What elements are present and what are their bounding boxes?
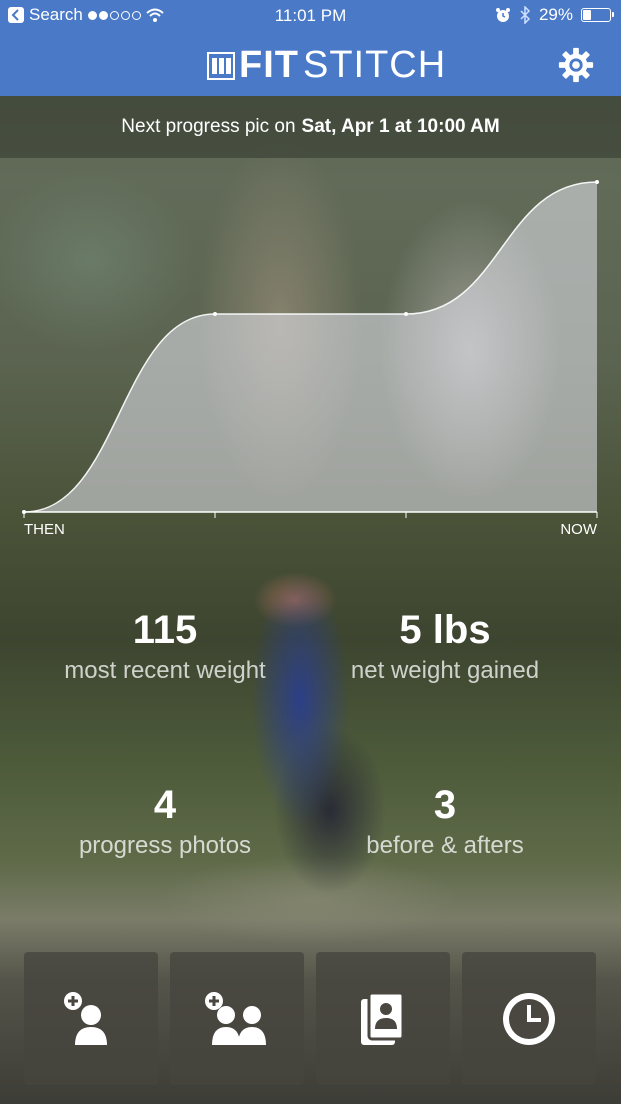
- next-progress-pic-banner: Next progress pic on Sat, Apr 1 at 10:00…: [0, 96, 621, 158]
- app-logo: FIT STITCH: [207, 44, 446, 87]
- logo-text-bold: FIT: [239, 44, 299, 86]
- logo-text-light: STITCH: [302, 44, 447, 86]
- weight-progress-chart: THEN NOW: [22, 180, 599, 538]
- logo-mark-icon: [207, 51, 235, 80]
- bluetooth-icon: [520, 6, 531, 24]
- stat-value: 4: [153, 783, 177, 827]
- banner-date: Sat, Apr 1 at 10:00 AM: [301, 116, 500, 137]
- stat-label: before & afters: [366, 832, 524, 859]
- stat-label: most recent weight: [64, 657, 266, 684]
- add-before-after-button[interactable]: [170, 952, 304, 1085]
- battery-percent: 29%: [538, 5, 573, 24]
- history-button[interactable]: [462, 952, 596, 1085]
- chart-point: [213, 312, 217, 316]
- stat-label: progress photos: [78, 832, 252, 859]
- stat-value: 5 lbs: [399, 608, 491, 652]
- chart-label-now: NOW: [560, 521, 598, 538]
- stat-most-recent-weight: 115 most recent weight: [30, 608, 300, 685]
- app-header: FIT STITCH: [0, 34, 621, 96]
- stat-before-afters: 3 before & afters: [310, 783, 580, 860]
- battery-icon: [581, 8, 614, 22]
- alarm-icon: [495, 8, 510, 22]
- screen: Search 11:01 PM 29% FIT STITCH Next prog…: [0, 0, 621, 1104]
- settings-gear-icon[interactable]: [557, 46, 595, 84]
- stat-value: 115: [132, 608, 198, 652]
- gallery-button[interactable]: [316, 952, 450, 1085]
- status-bar: Search 11:01 PM 29%: [0, 0, 621, 34]
- chart-area-fill: [24, 182, 597, 512]
- contact-card-icon: [361, 991, 405, 1045]
- stat-progress-photos: 4 progress photos: [30, 783, 300, 860]
- banner-prefix: Next progress pic on: [121, 116, 296, 137]
- status-right: 29%: [495, 5, 614, 25]
- stat-label: net weight gained: [350, 657, 540, 684]
- stat-net-weight-gained: 5 lbs net weight gained: [310, 608, 580, 685]
- stat-value: 3: [433, 783, 457, 827]
- action-bar: [24, 952, 596, 1085]
- add-people-icon: [205, 991, 266, 1045]
- chart-point: [595, 180, 599, 184]
- clock-icon: [503, 992, 555, 1045]
- chart-point: [404, 312, 408, 316]
- add-person-icon: [64, 991, 107, 1045]
- add-progress-pic-button[interactable]: [24, 952, 158, 1085]
- chart-label-then: THEN: [24, 521, 65, 538]
